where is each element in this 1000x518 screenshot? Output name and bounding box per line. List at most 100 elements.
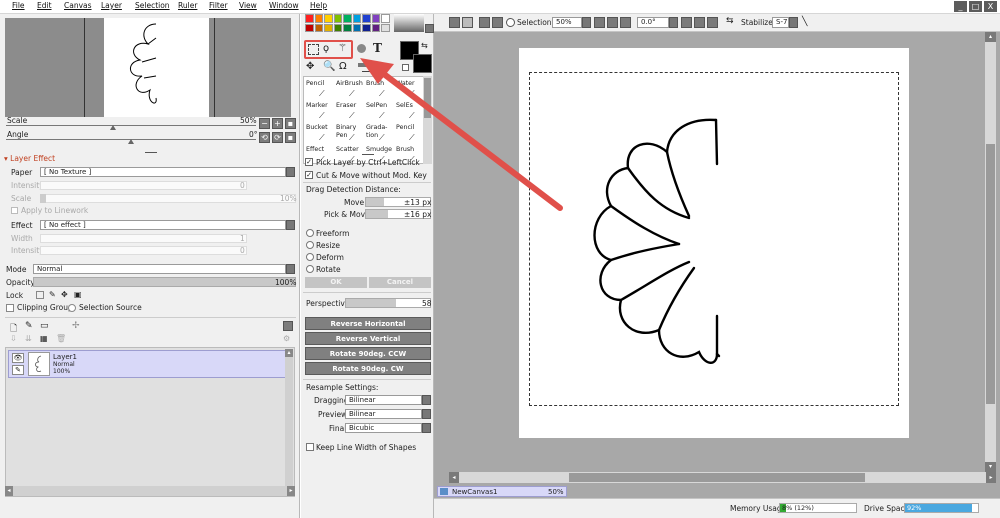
rotate-ccw-icon[interactable]	[681, 17, 692, 28]
reverse-horizontal-button[interactable]: Reverse Horizontal	[305, 317, 431, 330]
layer-effect-header[interactable]: ▾ Layer Effect	[4, 154, 55, 163]
ok-button[interactable]: OK	[305, 277, 367, 288]
redo-icon[interactable]	[462, 17, 473, 28]
freeform-radio[interactable]	[306, 229, 314, 237]
color-swatch[interactable]	[371, 14, 381, 23]
lock-move-icon[interactable]: ✥	[61, 290, 68, 299]
merge-down-icon[interactable]: ⇊	[25, 334, 32, 343]
keep-line-width-checkbox[interactable]	[306, 443, 314, 451]
zoom-in-button[interactable]: +	[272, 118, 283, 129]
rotate-right-button[interactable]: ⟳	[272, 132, 283, 143]
color-swatch[interactable]	[343, 14, 352, 23]
chevron-down-icon[interactable]	[582, 17, 591, 28]
layer-settings-icon[interactable]: ⚙	[283, 334, 290, 343]
menu-file[interactable]: File	[12, 1, 25, 10]
resize-radio[interactable]	[306, 241, 314, 249]
final-dropdown[interactable]: Bicubic	[345, 423, 422, 433]
lock-paint-icon[interactable]: ✎	[49, 290, 56, 299]
menu-canvas[interactable]: Canvas	[64, 1, 92, 10]
lock-transparency-icon[interactable]	[36, 291, 44, 299]
color-swatch[interactable]	[362, 14, 371, 23]
lasso-icon[interactable]: ϙ	[323, 43, 329, 54]
zoom-out-icon[interactable]	[594, 17, 605, 28]
color-swatch[interactable]	[381, 23, 390, 32]
selection-source-radio[interactable]	[68, 304, 76, 312]
zoom-dropdown[interactable]: 50%	[552, 17, 582, 28]
brush-slot[interactable]: Marker ⟋	[306, 101, 335, 122]
cancel-button[interactable]: Cancel	[369, 277, 431, 288]
lock-all-icon[interactable]: ▣	[74, 290, 82, 299]
chevron-down-icon[interactable]	[286, 220, 295, 230]
brush-slot[interactable]: Pencil ⟋	[306, 79, 335, 100]
color-swatch[interactable]	[333, 23, 343, 32]
zoom-tool-icon[interactable]: 🔍	[323, 61, 335, 72]
invert-selection-icon[interactable]	[492, 17, 503, 28]
chevron-down-icon[interactable]	[669, 17, 678, 28]
layer-list-hscroll[interactable]: ◂ ▸	[5, 486, 295, 496]
color-swatches[interactable]	[305, 14, 390, 32]
color-swatch[interactable]	[314, 23, 324, 32]
color-swatch[interactable]	[305, 14, 314, 23]
undo-icon[interactable]	[449, 17, 460, 28]
blend-mode-dropdown[interactable]: Normal	[33, 264, 286, 274]
paper-dropdown[interactable]: [ No Texture ]	[40, 167, 286, 177]
delete-layer-icon[interactable]: 🗑	[56, 334, 66, 343]
zoom-reset-button[interactable]: ▪	[285, 118, 296, 129]
chevron-down-icon[interactable]	[422, 395, 431, 405]
apply-linework-checkbox[interactable]	[11, 207, 18, 214]
menu-ruler[interactable]: Ruler	[178, 1, 197, 10]
color-swatch[interactable]	[305, 23, 314, 32]
reverse-vertical-button[interactable]: Reverse Vertical	[305, 332, 431, 345]
straight-line-icon[interactable]: ╲	[802, 17, 807, 27]
rotate-ccw-button[interactable]: Rotate 90deg. CCW	[305, 347, 431, 360]
chevron-down-icon[interactable]	[422, 409, 431, 419]
brush-slot[interactable]: Bucket ⟋	[306, 123, 335, 144]
rotate-tool-icon[interactable]: Ω	[339, 61, 347, 72]
layer-options-button[interactable]	[283, 321, 293, 331]
eye-icon[interactable]	[506, 18, 515, 27]
layer-row[interactable]: 👁 ✎ Layer1 Normal 100%	[8, 350, 290, 378]
menu-window[interactable]: Window	[269, 1, 299, 10]
color-wheel-preview[interactable]	[394, 14, 424, 32]
color-swatch[interactable]	[381, 14, 390, 23]
chevron-down-icon[interactable]	[286, 264, 295, 274]
scale-slider[interactable]	[6, 125, 256, 126]
rotate-left-button[interactable]: ⟲	[259, 132, 270, 143]
angle-dropdown[interactable]: 0.0°	[637, 17, 669, 28]
rotate-reset-button[interactable]: ▪	[285, 132, 296, 143]
clear-layer-icon[interactable]: ▦	[40, 334, 48, 343]
rotate-cw-button[interactable]: Rotate 90deg. CW	[305, 362, 431, 375]
deform-radio[interactable]	[306, 253, 314, 261]
transfer-down-icon[interactable]: ⇩	[10, 334, 17, 343]
color-swatch[interactable]	[362, 23, 371, 32]
menu-help[interactable]: Help	[310, 1, 327, 10]
color-swatch[interactable]	[343, 23, 352, 32]
color-swatch[interactable]	[352, 23, 362, 32]
menu-edit[interactable]: Edit	[37, 1, 52, 10]
intensity2-slider[interactable]	[40, 246, 247, 255]
scale-slider-thumb[interactable]	[110, 125, 116, 130]
cut-move-checkbox[interactable]: ✓	[305, 171, 313, 179]
layer-effect-icon[interactable]: ✢	[72, 321, 80, 331]
menu-filter[interactable]: Filter	[209, 1, 228, 10]
menu-view[interactable]: View	[239, 1, 257, 10]
opacity-slider[interactable]	[33, 277, 296, 287]
rotate-reset-icon[interactable]	[707, 17, 718, 28]
close-button[interactable]: X	[984, 1, 997, 12]
texture-scale-slider[interactable]	[40, 194, 296, 203]
layer-list-scrollbar[interactable]: ▴ ▾	[285, 349, 293, 495]
canvas-vscroll[interactable]: ▴ ▾	[985, 32, 996, 472]
eye-icon[interactable]: 👁	[12, 353, 24, 363]
swap-colors-icon[interactable]: ⇆	[421, 41, 428, 50]
color-swatch[interactable]	[371, 23, 381, 32]
perspective-slider[interactable]	[345, 298, 431, 308]
menu-layer[interactable]: Layer	[101, 1, 122, 10]
dragging-dropdown[interactable]: Bilinear	[345, 395, 422, 405]
panel-splitter[interactable]	[145, 152, 157, 153]
canvas-tab[interactable]: NewCanvas1 50%	[437, 486, 567, 497]
pick-layer-checkbox[interactable]: ✓	[305, 158, 313, 166]
zoom-out-button[interactable]: −	[259, 118, 270, 129]
chevron-down-icon[interactable]	[422, 423, 431, 433]
rotate-cw-icon[interactable]	[694, 17, 705, 28]
palette-menu-button[interactable]	[425, 24, 434, 33]
